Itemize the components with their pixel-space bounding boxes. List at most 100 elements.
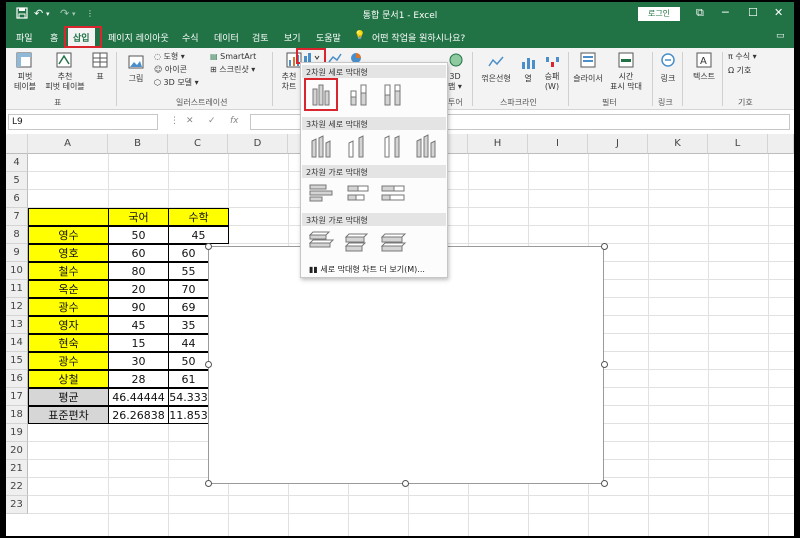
3d-100-stacked-bar-option[interactable] (379, 229, 407, 255)
tab-page-layout[interactable]: 페이지 레이아웃 (108, 31, 169, 44)
cell-c15[interactable]: 50 (168, 352, 209, 370)
row-header-15[interactable]: 15 (6, 352, 28, 370)
cell-a7[interactable] (28, 208, 109, 226)
3d-map-icon[interactable] (448, 52, 464, 68)
row-header-14[interactable]: 14 (6, 334, 28, 352)
pivot-table-label[interactable]: 피벗 테이블 (10, 72, 40, 92)
insert-function-icon[interactable]: fx (230, 116, 239, 126)
row-header-13[interactable]: 13 (6, 316, 28, 334)
picture-icon[interactable] (128, 54, 144, 70)
textbox-icon[interactable]: A (696, 52, 712, 68)
column-header-c[interactable]: C (168, 134, 228, 154)
sparkline-column-icon[interactable] (520, 54, 536, 70)
ribbon-display-icon[interactable]: ⧉ (696, 6, 704, 20)
100-stacked-bar-option[interactable] (379, 181, 407, 207)
row-header-12[interactable]: 12 (6, 298, 28, 316)
cell-c9[interactable]: 60 (168, 244, 209, 262)
column-header-j[interactable]: J (588, 134, 648, 154)
cell-b11[interactable]: 20 (108, 280, 169, 298)
stacked-column-option[interactable] (345, 81, 373, 107)
cell-b10[interactable]: 80 (108, 262, 169, 280)
link-icon[interactable] (660, 52, 676, 68)
row-header-9[interactable]: 9 (6, 244, 28, 262)
cell-c18[interactable]: 11.853 (168, 406, 209, 424)
cell-c17[interactable]: 54.333 (168, 388, 209, 406)
3d-clustered-bar-option[interactable] (307, 229, 335, 255)
row-header-19[interactable]: 19 (6, 424, 28, 442)
cell-c7[interactable]: 수학 (168, 208, 229, 226)
row-header-21[interactable]: 21 (6, 460, 28, 478)
row-header-8[interactable]: 8 (6, 226, 28, 244)
tab-data[interactable]: 데이터 (214, 31, 239, 44)
tab-review[interactable]: 검토 (252, 31, 269, 44)
row-header-4[interactable]: 4 (6, 154, 28, 172)
cell-b9[interactable]: 60 (108, 244, 169, 262)
table-label[interactable]: 표 (88, 72, 112, 82)
resize-handle[interactable] (205, 480, 212, 487)
recommended-charts-label[interactable]: 추천 차트 (276, 72, 302, 92)
resize-handle[interactable] (601, 243, 608, 250)
cell-b16[interactable]: 28 (108, 370, 169, 388)
timeline-icon[interactable] (618, 52, 634, 68)
column-header-a[interactable]: A (28, 134, 108, 154)
3d-models-button[interactable]: ⬡ 3D 모델 ▾ (154, 78, 199, 88)
pivot-table-icon[interactable] (16, 52, 32, 68)
row-header-16[interactable]: 16 (6, 370, 28, 388)
clustered-bar-option[interactable] (307, 181, 335, 207)
cell-c13[interactable]: 35 (168, 316, 209, 334)
sparkline-line-label[interactable]: 꺾은선형 (478, 74, 514, 84)
slicer-icon[interactable] (580, 52, 596, 68)
row-header-11[interactable]: 11 (6, 280, 28, 298)
row-header-18[interactable]: 18 (6, 406, 28, 424)
cell-a8[interactable]: 영수 (28, 226, 109, 244)
column-header-h[interactable]: H (468, 134, 528, 154)
tab-help[interactable]: 도움말 (316, 31, 341, 44)
row-header-22[interactable]: 22 (6, 478, 28, 496)
column-header-l[interactable]: L (708, 134, 768, 154)
symbol-button[interactable]: Ω 기호 (728, 66, 751, 76)
3d-clustered-column-option[interactable] (307, 133, 335, 159)
text-label[interactable]: 텍스트 (688, 72, 720, 82)
timeline-label[interactable]: 시간 표시 막대 (604, 72, 648, 92)
cell-b8[interactable]: 50 (108, 226, 169, 244)
cancel-icon[interactable]: ✕ (186, 116, 194, 126)
icons-button[interactable]: ☺ 아이콘 (154, 65, 187, 75)
smartart-button[interactable]: ▤ SmartArt (210, 52, 256, 62)
picture-label[interactable]: 그림 (122, 74, 150, 84)
cell-a14[interactable]: 현숙 (28, 334, 109, 352)
login-button[interactable]: 로그인 (638, 7, 680, 21)
cell-a17[interactable]: 평균 (28, 388, 109, 406)
3d-stacked-bar-option[interactable] (343, 229, 371, 255)
3d-stacked-column-option[interactable] (343, 133, 371, 159)
cell-a9[interactable]: 영호 (28, 244, 109, 262)
formula-bar-options-icon[interactable]: ⋮ (170, 116, 179, 126)
resize-handle[interactable] (205, 361, 212, 368)
row-header-10[interactable]: 10 (6, 262, 28, 280)
tab-view[interactable]: 보기 (284, 31, 301, 44)
cell-b14[interactable]: 15 (108, 334, 169, 352)
cell-c8[interactable]: 45 (168, 226, 229, 244)
name-box[interactable]: L9 (8, 114, 158, 130)
cell-c12[interactable]: 69 (168, 298, 209, 316)
row-header-23[interactable]: 23 (6, 496, 28, 514)
cell-b15[interactable]: 30 (108, 352, 169, 370)
row-header-7[interactable]: 7 (6, 208, 28, 226)
cell-c14[interactable]: 44 (168, 334, 209, 352)
tab-home[interactable]: 홈 (50, 31, 58, 44)
tell-me-search[interactable]: 어떤 작업을 원하시나요? (372, 31, 465, 44)
enter-icon[interactable]: ✓ (208, 116, 216, 126)
row-header-17[interactable]: 17 (6, 388, 28, 406)
shapes-button[interactable]: ◌ 도형 ▾ (154, 52, 185, 62)
column-header-k[interactable]: K (648, 134, 708, 154)
sparkline-winloss-icon[interactable] (544, 54, 560, 70)
cell-b7[interactable]: 국어 (108, 208, 169, 226)
cell-a10[interactable]: 철수 (28, 262, 109, 280)
cell-a12[interactable]: 광수 (28, 298, 109, 316)
sparkline-column-label[interactable]: 열 (520, 74, 536, 84)
cell-c11[interactable]: 70 (168, 280, 209, 298)
cell-b12[interactable]: 90 (108, 298, 169, 316)
resize-handle[interactable] (205, 243, 212, 250)
resize-handle[interactable] (402, 480, 409, 487)
minimize-button[interactable]: ─ (722, 6, 729, 19)
resize-handle[interactable] (601, 480, 608, 487)
